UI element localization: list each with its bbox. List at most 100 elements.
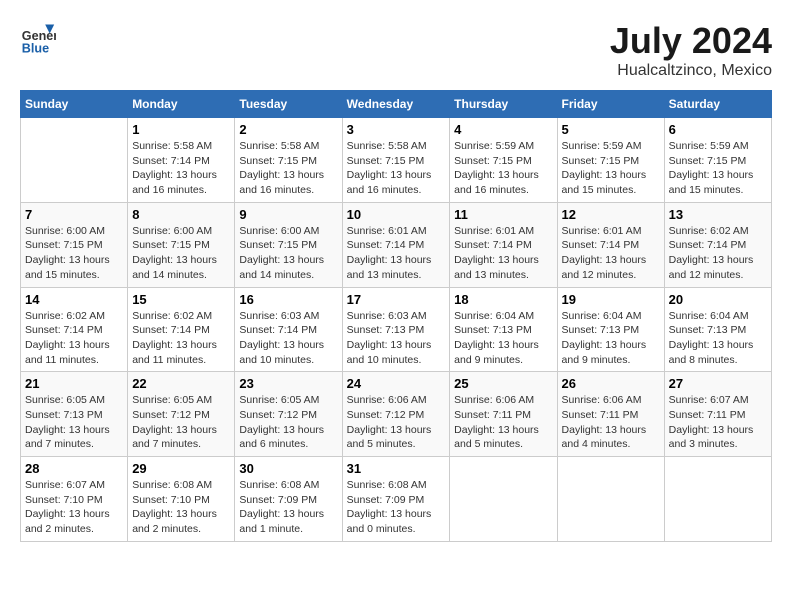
day-info: Sunrise: 5:59 AMSunset: 7:15 PMDaylight:… [669,139,767,198]
day-info: Sunrise: 6:04 AMSunset: 7:13 PMDaylight:… [454,309,552,368]
calendar-day-header: Saturday [664,91,771,118]
day-number: 3 [347,122,446,137]
day-number: 25 [454,376,552,391]
calendar-cell: 5 Sunrise: 5:59 AMSunset: 7:15 PMDaylight… [557,118,664,203]
calendar-week-row: 14 Sunrise: 6:02 AMSunset: 7:14 PMDayligh… [21,287,772,372]
day-number: 28 [25,461,123,476]
day-number: 15 [132,292,230,307]
day-number: 22 [132,376,230,391]
calendar-cell [557,457,664,542]
calendar-day-header: Monday [128,91,235,118]
day-number: 9 [239,207,337,222]
day-info: Sunrise: 5:58 AMSunset: 7:15 PMDaylight:… [347,139,446,198]
calendar-cell: 7 Sunrise: 6:00 AMSunset: 7:15 PMDaylight… [21,202,128,287]
calendar-cell: 14 Sunrise: 6:02 AMSunset: 7:14 PMDayligh… [21,287,128,372]
day-number: 11 [454,207,552,222]
day-info: Sunrise: 6:00 AMSunset: 7:15 PMDaylight:… [132,224,230,283]
calendar-cell: 17 Sunrise: 6:03 AMSunset: 7:13 PMDayligh… [342,287,450,372]
day-info: Sunrise: 6:04 AMSunset: 7:13 PMDaylight:… [562,309,660,368]
calendar-cell: 31Sunrise: 6:08 AMSunset: 7:09 PMDayligh… [342,457,450,542]
calendar-cell: 18 Sunrise: 6:04 AMSunset: 7:13 PMDayligh… [450,287,557,372]
day-info: Sunrise: 5:59 AMSunset: 7:15 PMDaylight:… [562,139,660,198]
svg-text:Blue: Blue [22,41,49,55]
day-info: Sunrise: 6:08 AMSunset: 7:09 PMDaylight:… [347,478,446,537]
day-info: Sunrise: 6:01 AMSunset: 7:14 PMDaylight:… [454,224,552,283]
title-block: July 2024 Hualcaltzinco, Mexico [610,20,772,80]
day-info: Sunrise: 6:07 AMSunset: 7:11 PMDaylight:… [669,393,767,452]
day-info: Sunrise: 6:00 AMSunset: 7:15 PMDaylight:… [25,224,123,283]
logo: General Blue [20,20,56,56]
logo-icon: General Blue [20,20,56,56]
day-number: 29 [132,461,230,476]
calendar-cell: 21 Sunrise: 6:05 AMSunset: 7:13 PMDayligh… [21,372,128,457]
day-info: Sunrise: 6:00 AMSunset: 7:15 PMDaylight:… [239,224,337,283]
day-number: 17 [347,292,446,307]
day-info: Sunrise: 6:02 AMSunset: 7:14 PMDaylight:… [669,224,767,283]
calendar-week-row: 1 Sunrise: 5:58 AMSunset: 7:14 PMDaylight… [21,118,772,203]
day-number: 24 [347,376,446,391]
day-info: Sunrise: 5:59 AMSunset: 7:15 PMDaylight:… [454,139,552,198]
day-info: Sunrise: 5:58 AMSunset: 7:14 PMDaylight:… [132,139,230,198]
day-number: 12 [562,207,660,222]
day-info: Sunrise: 6:05 AMSunset: 7:13 PMDaylight:… [25,393,123,452]
day-info: Sunrise: 6:02 AMSunset: 7:14 PMDaylight:… [132,309,230,368]
calendar-cell: 22Sunrise: 6:05 AMSunset: 7:12 PMDayligh… [128,372,235,457]
calendar-week-row: 21 Sunrise: 6:05 AMSunset: 7:13 PMDayligh… [21,372,772,457]
day-info: Sunrise: 6:08 AMSunset: 7:10 PMDaylight:… [132,478,230,537]
calendar-cell: 4 Sunrise: 5:59 AMSunset: 7:15 PMDaylight… [450,118,557,203]
day-number: 2 [239,122,337,137]
calendar-week-row: 28 Sunrise: 6:07 AMSunset: 7:10 PMDayligh… [21,457,772,542]
calendar-cell: 25Sunrise: 6:06 AMSunset: 7:11 PMDayligh… [450,372,557,457]
day-number: 7 [25,207,123,222]
day-number: 1 [132,122,230,137]
day-info: Sunrise: 6:02 AMSunset: 7:14 PMDaylight:… [25,309,123,368]
calendar-day-header: Sunday [21,91,128,118]
day-number: 5 [562,122,660,137]
calendar-cell: 26 Sunrise: 6:06 AMSunset: 7:11 PMDayligh… [557,372,664,457]
calendar-cell: 16 Sunrise: 6:03 AMSunset: 7:14 PMDayligh… [235,287,342,372]
page-header: General Blue July 2024 Hualcaltzinco, Me… [20,20,772,80]
day-info: Sunrise: 6:03 AMSunset: 7:13 PMDaylight:… [347,309,446,368]
day-number: 18 [454,292,552,307]
calendar-day-header: Friday [557,91,664,118]
day-number: 14 [25,292,123,307]
day-info: Sunrise: 6:01 AMSunset: 7:14 PMDaylight:… [562,224,660,283]
day-info: Sunrise: 6:06 AMSunset: 7:11 PMDaylight:… [562,393,660,452]
day-info: Sunrise: 6:05 AMSunset: 7:12 PMDaylight:… [239,393,337,452]
day-info: Sunrise: 6:06 AMSunset: 7:12 PMDaylight:… [347,393,446,452]
page-subtitle: Hualcaltzinco, Mexico [610,62,772,80]
calendar-cell: 27Sunrise: 6:07 AMSunset: 7:11 PMDayligh… [664,372,771,457]
day-number: 21 [25,376,123,391]
day-number: 23 [239,376,337,391]
calendar-cell: 1 Sunrise: 5:58 AMSunset: 7:14 PMDaylight… [128,118,235,203]
calendar-header-row: SundayMondayTuesdayWednesdayThursdayFrid… [21,91,772,118]
calendar-cell: 2Sunrise: 5:58 AMSunset: 7:15 PMDaylight… [235,118,342,203]
day-number: 26 [562,376,660,391]
day-number: 6 [669,122,767,137]
day-number: 4 [454,122,552,137]
day-number: 30 [239,461,337,476]
day-info: Sunrise: 6:07 AMSunset: 7:10 PMDaylight:… [25,478,123,537]
calendar-cell: 9 Sunrise: 6:00 AMSunset: 7:15 PMDaylight… [235,202,342,287]
calendar-cell: 29 Sunrise: 6:08 AMSunset: 7:10 PMDayligh… [128,457,235,542]
calendar-table: SundayMondayTuesdayWednesdayThursdayFrid… [20,90,772,542]
calendar-cell: 15 Sunrise: 6:02 AMSunset: 7:14 PMDayligh… [128,287,235,372]
calendar-cell: 8 Sunrise: 6:00 AMSunset: 7:15 PMDaylight… [128,202,235,287]
day-number: 8 [132,207,230,222]
day-number: 10 [347,207,446,222]
calendar-cell: 30 Sunrise: 6:08 AMSunset: 7:09 PMDayligh… [235,457,342,542]
calendar-cell: 12 Sunrise: 6:01 AMSunset: 7:14 PMDayligh… [557,202,664,287]
day-number: 20 [669,292,767,307]
day-number: 19 [562,292,660,307]
calendar-cell [664,457,771,542]
calendar-day-header: Tuesday [235,91,342,118]
calendar-week-row: 7 Sunrise: 6:00 AMSunset: 7:15 PMDaylight… [21,202,772,287]
calendar-cell [21,118,128,203]
calendar-day-header: Wednesday [342,91,450,118]
calendar-cell: 19 Sunrise: 6:04 AMSunset: 7:13 PMDayligh… [557,287,664,372]
day-number: 16 [239,292,337,307]
calendar-cell [450,457,557,542]
day-info: Sunrise: 6:03 AMSunset: 7:14 PMDaylight:… [239,309,337,368]
calendar-day-header: Thursday [450,91,557,118]
day-info: Sunrise: 6:08 AMSunset: 7:09 PMDaylight:… [239,478,337,537]
